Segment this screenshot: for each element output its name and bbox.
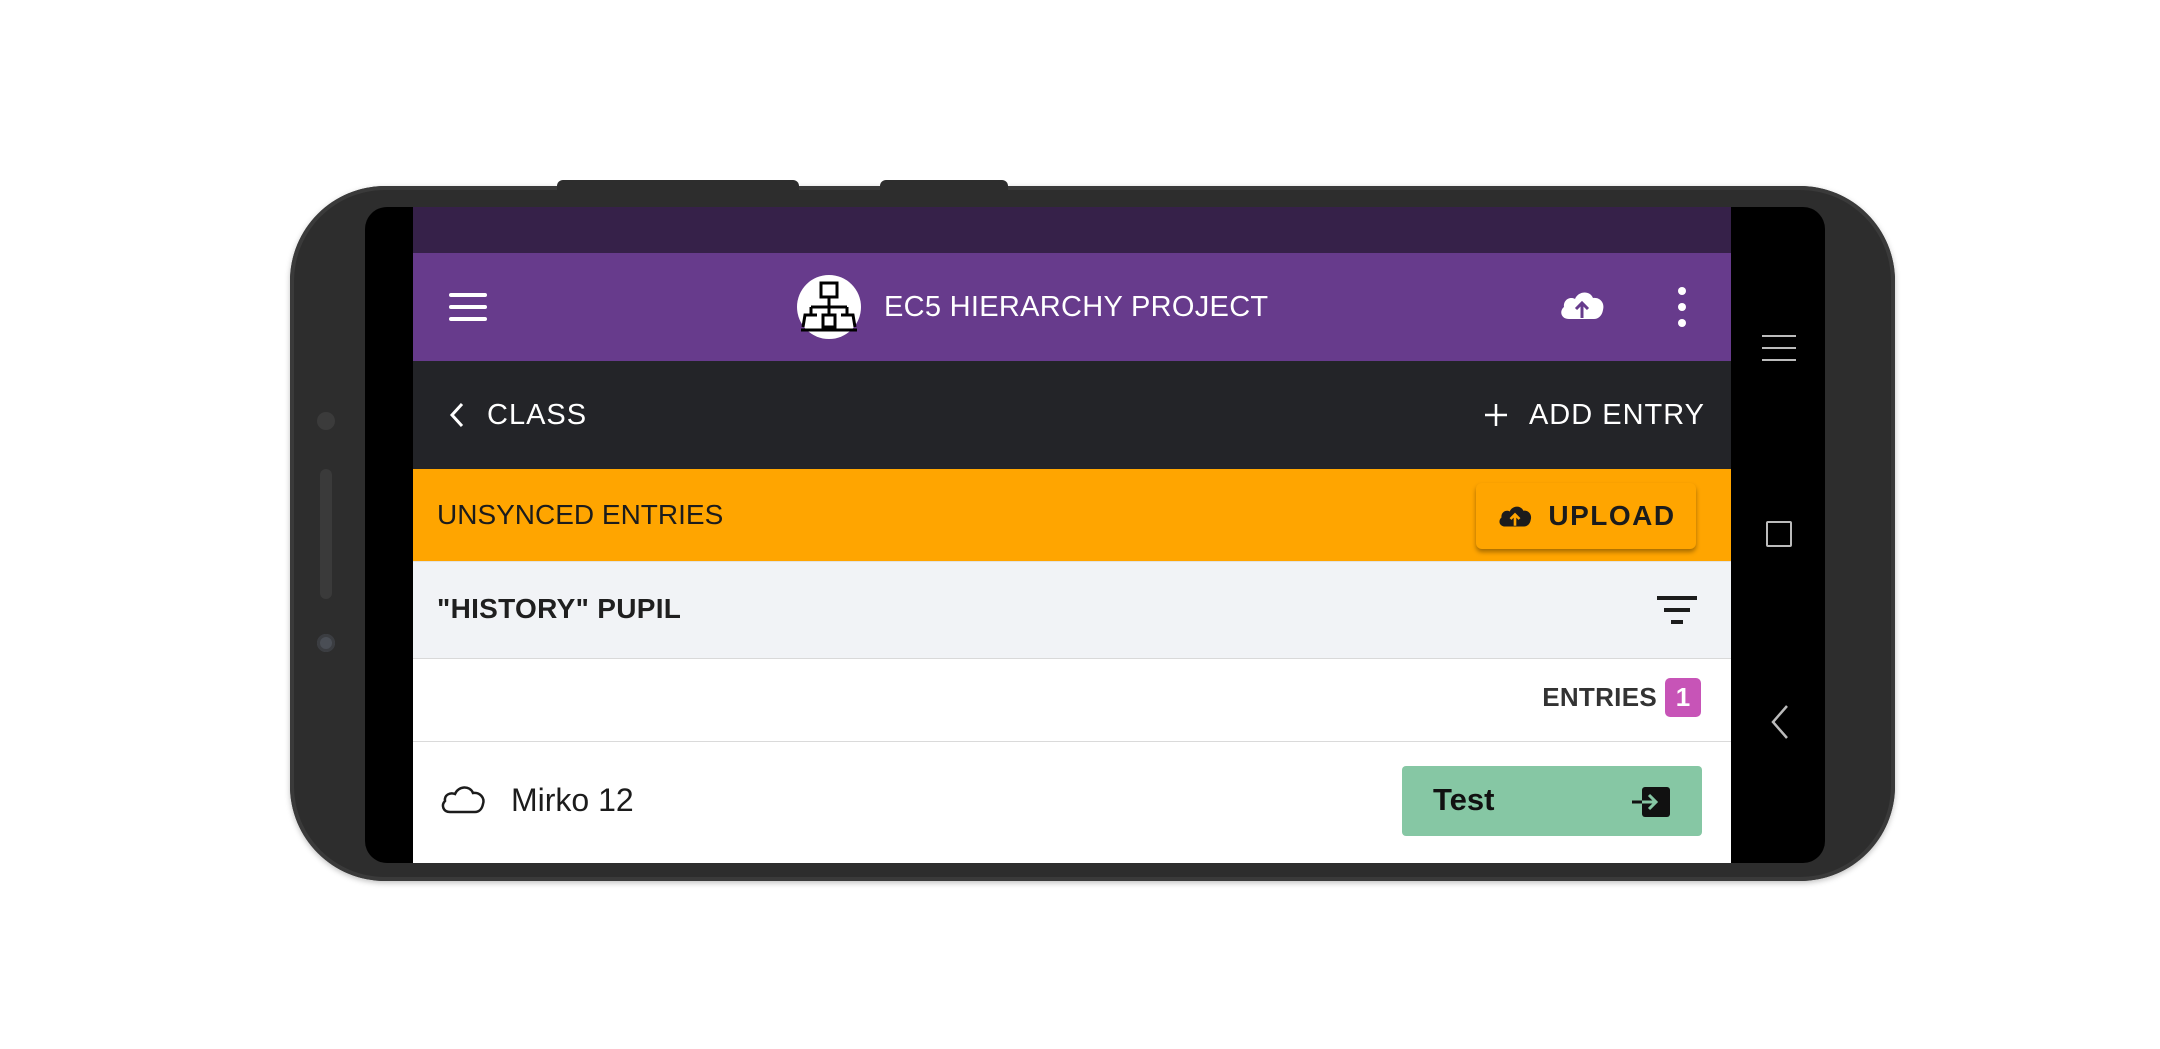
entries-label: ENTRIES [1542, 682, 1657, 712]
form-title: "HISTORY" PUPIL [437, 593, 682, 624]
recent-apps-icon[interactable] [1762, 335, 1796, 361]
front-sensor [317, 412, 335, 430]
add-entry-button[interactable]: ADD ENTRY [1483, 361, 1705, 469]
back-button[interactable]: CLASS [449, 361, 587, 469]
status-bar [413, 207, 1731, 253]
filter-icon[interactable] [1655, 594, 1699, 626]
form-header: "HISTORY" PUPIL [413, 561, 1731, 659]
hierarchy-diagram-icon [797, 275, 861, 339]
entries-count-bar: ENTRIES 1 [413, 658, 1731, 742]
entries-count-badge: 1 [1665, 678, 1701, 717]
power-button [880, 180, 1008, 190]
app-bar: EC5 HIERARCHY PROJECT [413, 253, 1731, 361]
more-vertical-icon[interactable] [1675, 285, 1687, 329]
speaker-slot [320, 469, 332, 599]
upload-button[interactable]: UPLOAD [1476, 483, 1696, 549]
unsynced-banner: UNSYNCED ENTRIES UPLOAD [413, 469, 1731, 561]
system-navigation-bar [1731, 207, 1825, 863]
entry-title: Mirko 12 [511, 782, 634, 818]
upload-label: UPLOAD [1548, 500, 1676, 531]
add-entry-label: ADD ENTRY [1528, 398, 1705, 431]
child-form-label: Test [1433, 782, 1495, 817]
system-back-icon[interactable] [1767, 702, 1793, 742]
cloud-upload-icon[interactable] [1557, 285, 1607, 325]
entries-counter: ENTRIES 1 [1542, 678, 1701, 717]
cloud-outline-icon [438, 780, 488, 820]
hamburger-menu-icon[interactable] [449, 293, 487, 321]
device-screen: EC5 HIERARCHY PROJECT CLASS ADD ENTRY UN… [365, 207, 1825, 863]
list-item[interactable]: Mirko 12 Test [413, 742, 1731, 863]
app-title: EC5 HIERARCHY PROJECT [884, 291, 1269, 323]
login-arrow-icon [1632, 787, 1670, 817]
chevron-left-icon [449, 402, 464, 428]
back-label: CLASS [487, 398, 588, 431]
unsynced-label: UNSYNCED ENTRIES [437, 499, 724, 530]
volume-button [557, 180, 799, 190]
front-camera [317, 634, 335, 652]
app-screen: EC5 HIERARCHY PROJECT CLASS ADD ENTRY UN… [413, 207, 1731, 863]
cloud-upload-icon [1499, 506, 1532, 527]
open-child-form-button[interactable]: Test [1402, 766, 1702, 836]
plus-icon [1484, 404, 1507, 426]
navigation-bar: CLASS ADD ENTRY [413, 361, 1731, 469]
home-square-icon[interactable] [1766, 521, 1792, 547]
